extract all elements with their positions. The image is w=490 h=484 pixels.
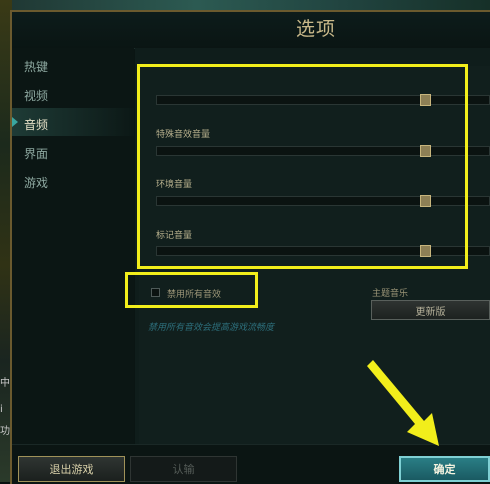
pointer-arrow-icon	[367, 360, 439, 446]
